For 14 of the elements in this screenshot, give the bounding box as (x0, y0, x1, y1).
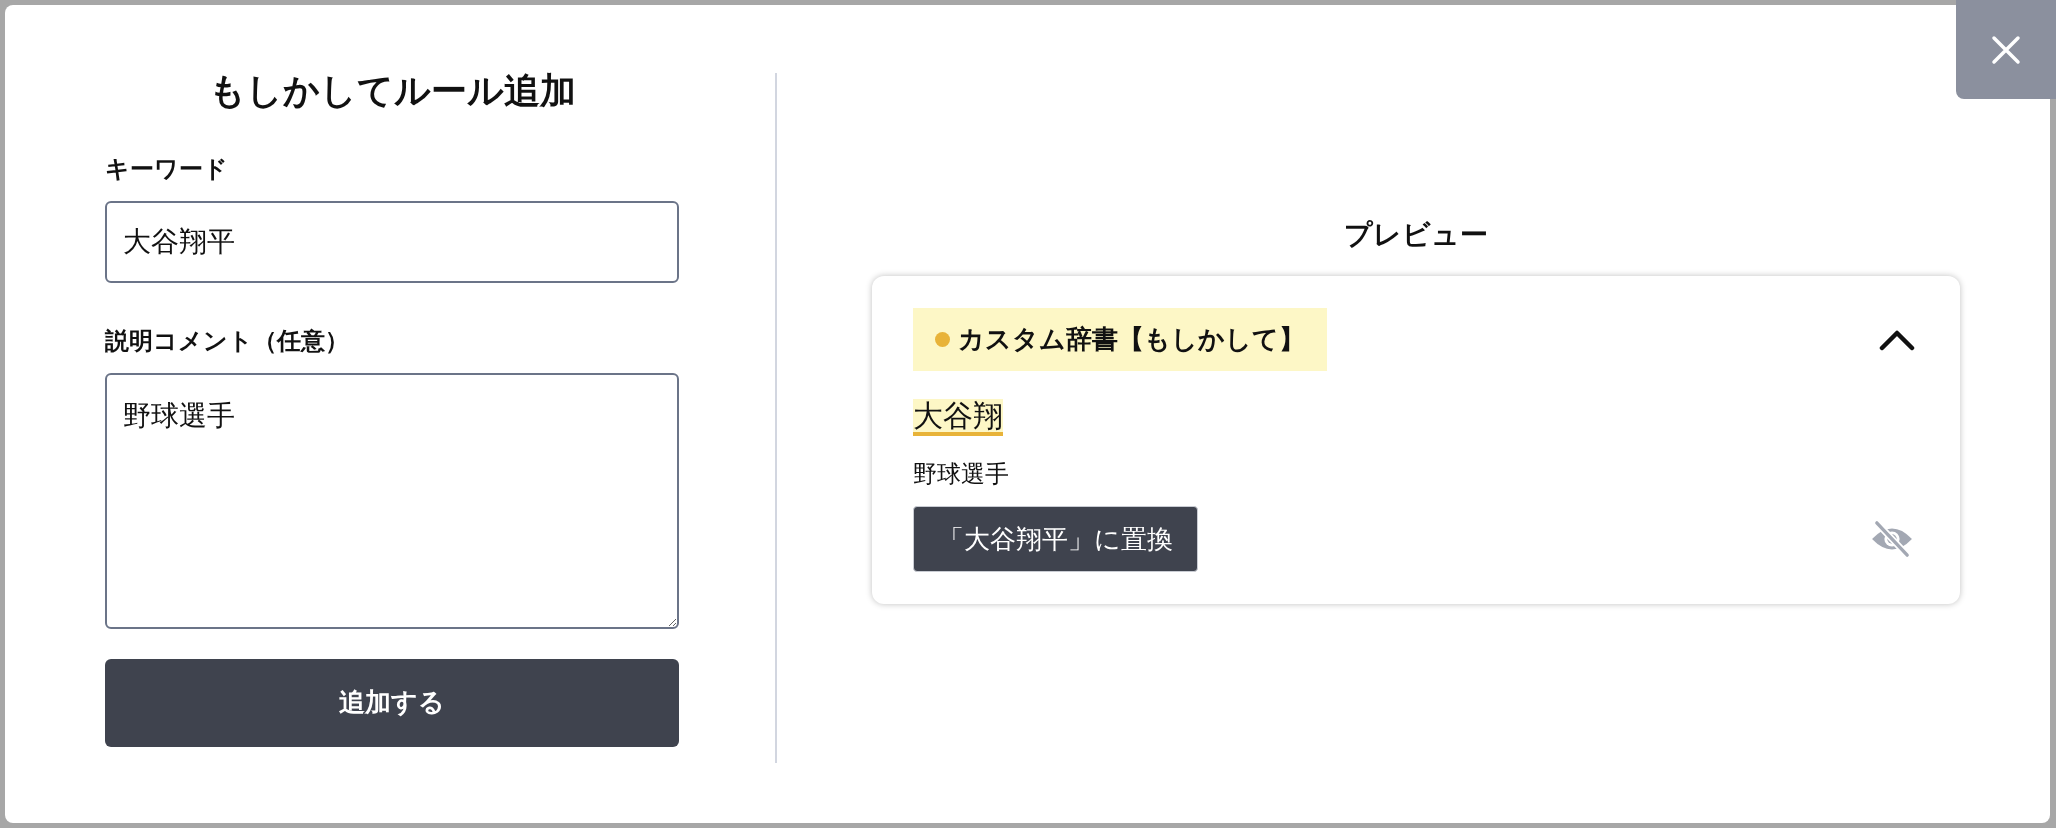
field-label: 説明コメント（任意） (105, 325, 350, 357)
matched-text: 大谷翔 (913, 399, 1003, 436)
field-label: キーワード (105, 153, 229, 185)
comment-textarea[interactable]: 野球選手 (105, 372, 679, 629)
close-icon (1991, 34, 2021, 65)
collapse-icon[interactable] (1879, 328, 1915, 351)
tag-label: カスタム辞書【もしかして】 (958, 323, 1305, 356)
add-button[interactable]: 追加する (105, 658, 679, 747)
preview-title: プレビュー (1344, 217, 1488, 253)
replace-button[interactable]: 「大谷翔平」に置換 (913, 506, 1198, 572)
comment-text: 野球選手 (913, 459, 1010, 490)
close-button[interactable] (1956, 0, 2056, 99)
keyword-input[interactable]: 大谷翔平 (105, 200, 679, 283)
dialog-title: もしかしてルール追加 (207, 71, 577, 111)
